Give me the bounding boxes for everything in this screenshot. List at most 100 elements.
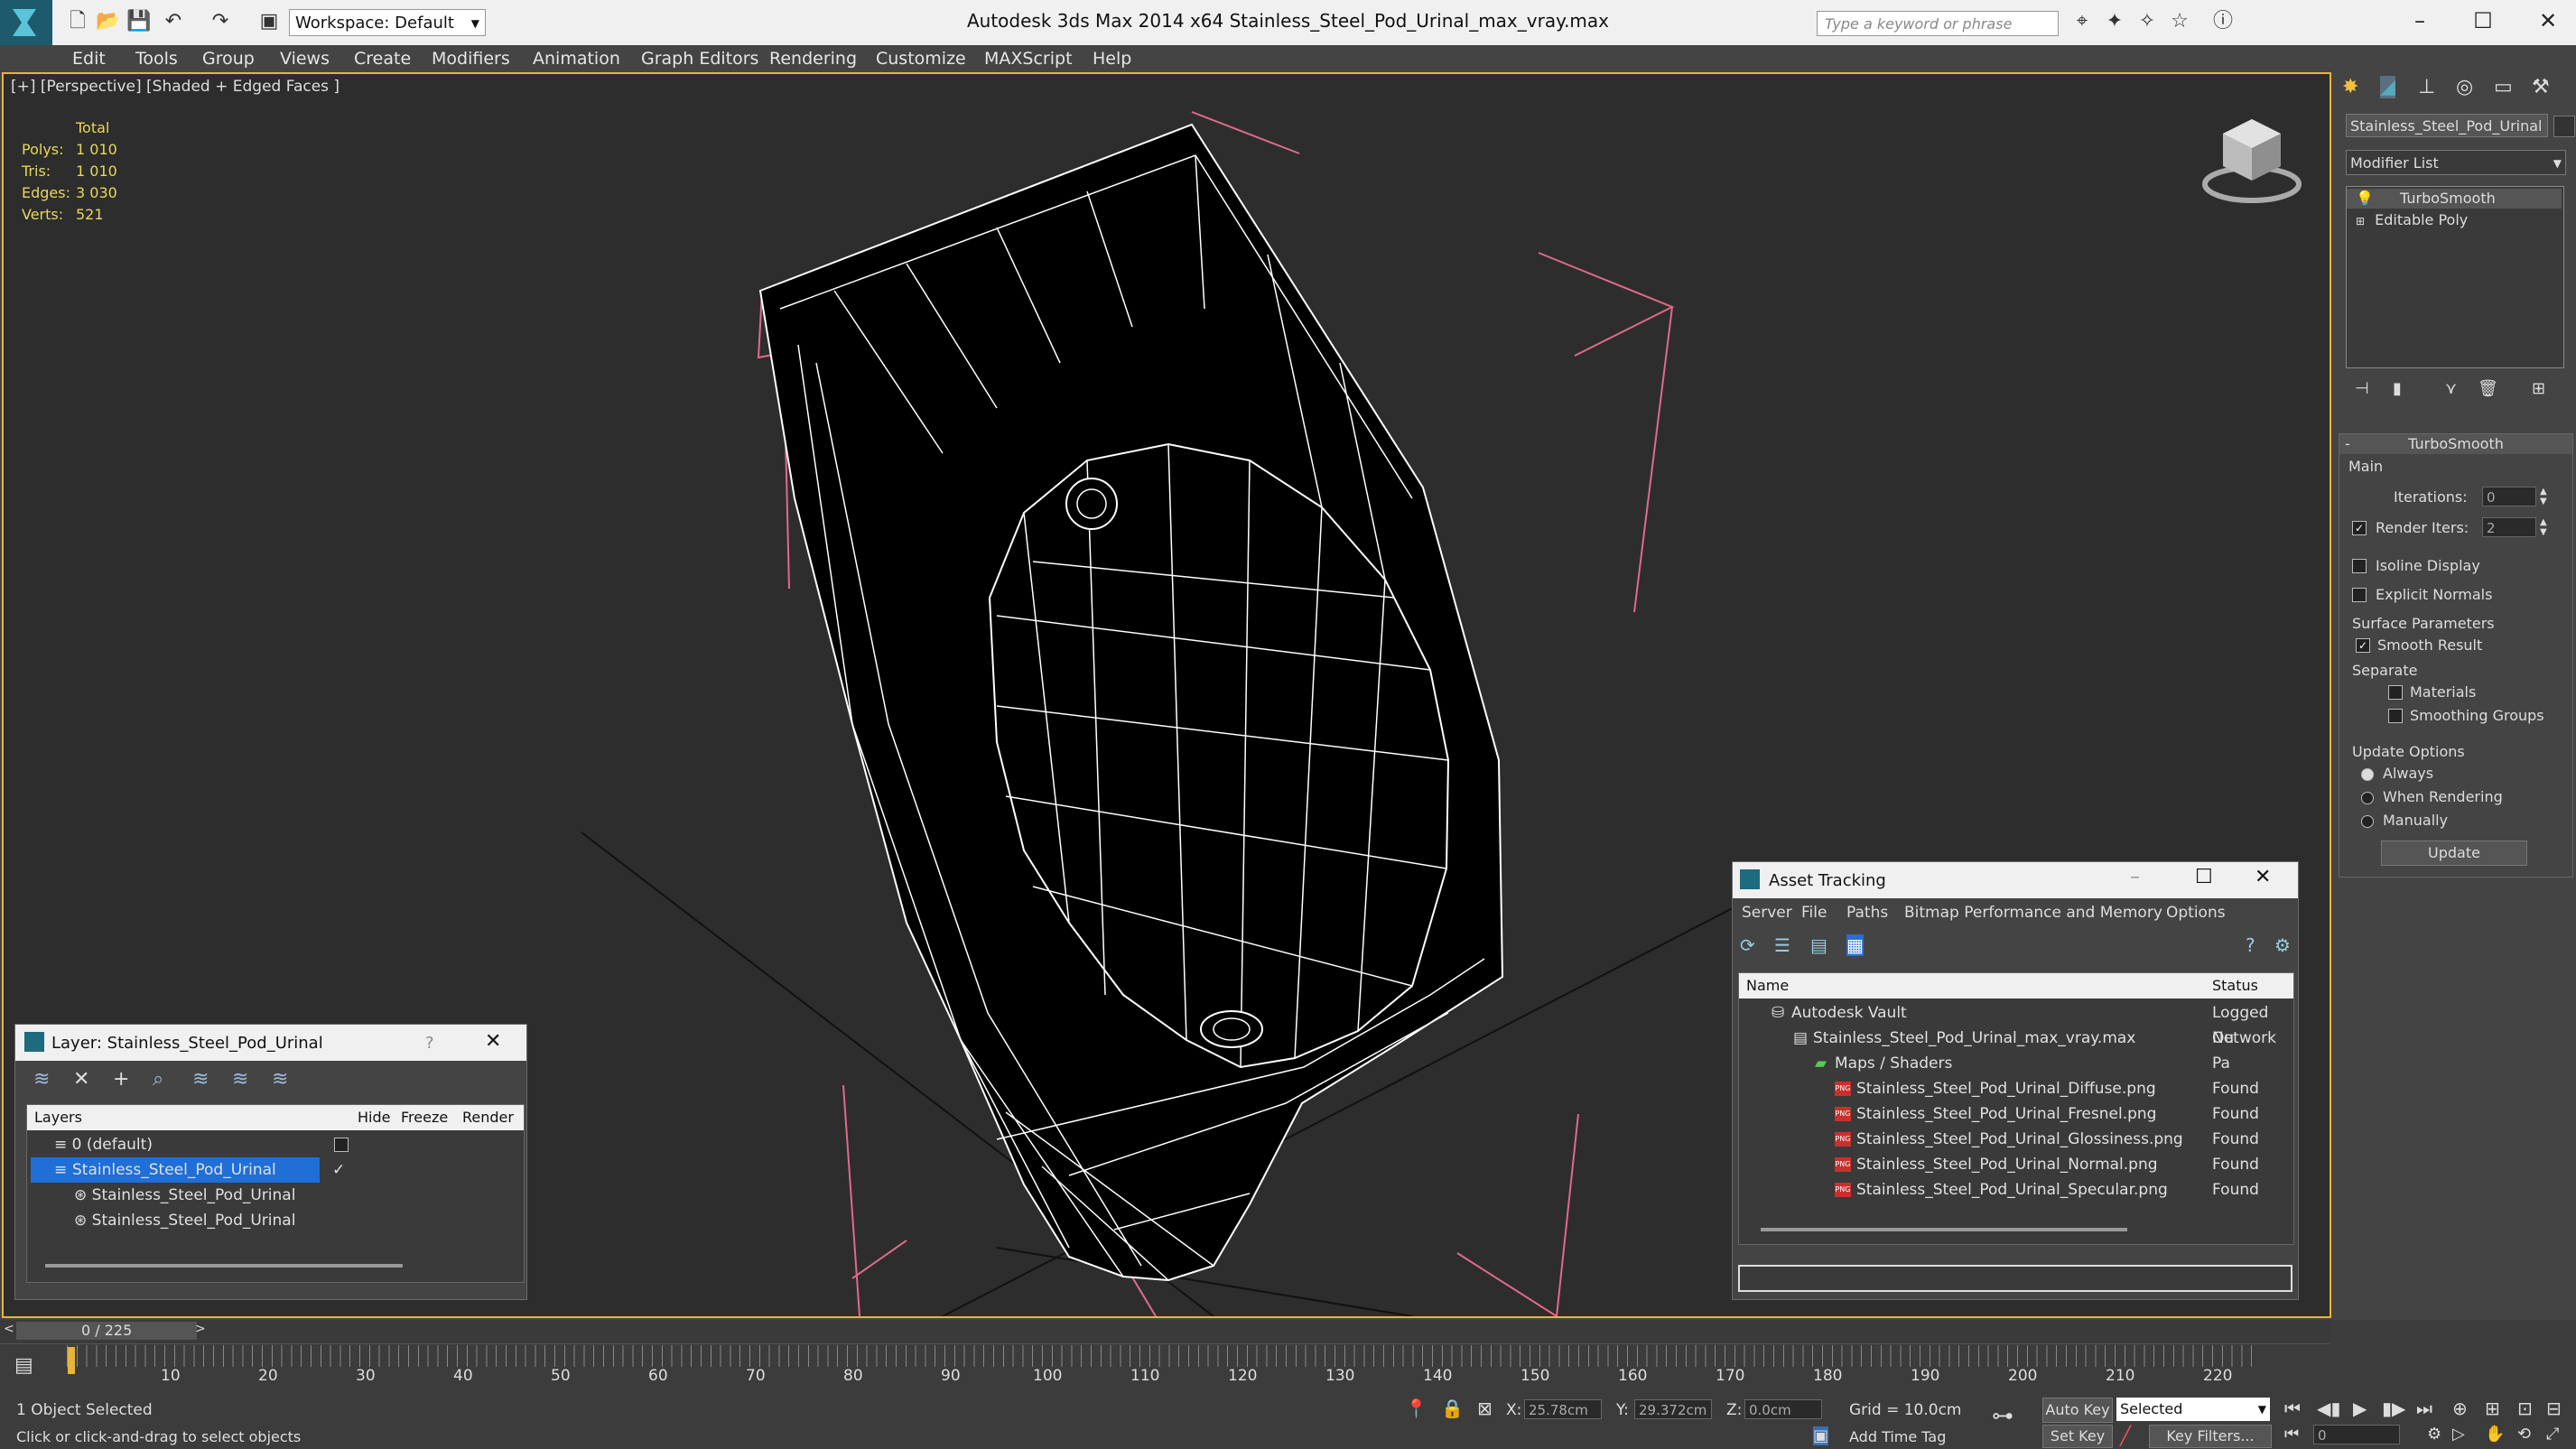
menu-customize[interactable]: Customize (876, 45, 966, 72)
expand-plus-icon[interactable]: ⊞ (2356, 215, 2365, 228)
subscription-icon[interactable]: ✦ (2102, 9, 2127, 34)
zoom-extents-all-icon[interactable]: ⊟ (2546, 1398, 2562, 1419)
modify-tab-icon[interactable]: ◢ (2380, 76, 2395, 98)
highlight-layer-icon[interactable]: ≋ (192, 1068, 209, 1091)
asset-menu-paths[interactable]: Paths (1846, 900, 1888, 925)
layer-object-row[interactable]: ⊛ Stainless_Steel_Pod_Urinal (27, 1183, 524, 1208)
col-layers[interactable]: Layers (34, 1105, 82, 1130)
render-iters-checkbox[interactable]: ✓ (2352, 521, 2367, 535)
asset-row[interactable]: ⛁ Autodesk Vault Logged Ou (1739, 1000, 2293, 1047)
modifier-list-dropdown[interactable]: Modifier List ▼ (2346, 150, 2566, 175)
absolute-mode-icon[interactable]: ⊠ (1477, 1398, 1493, 1419)
play-icon[interactable]: ▶ (2353, 1398, 2367, 1419)
minimize-button[interactable]: – (2384, 0, 2456, 42)
close-icon[interactable]: ✕ (485, 1030, 501, 1053)
col-freeze[interactable]: Freeze (401, 1105, 448, 1130)
pin-stack-icon[interactable]: ⊣ (2355, 379, 2369, 398)
app-logo[interactable] (0, 0, 52, 45)
menu-tools[interactable]: Tools (135, 45, 178, 72)
motion-tab-icon[interactable]: ◎ (2456, 76, 2473, 98)
menu-group[interactable]: Group (202, 45, 255, 72)
smooth-result-checkbox[interactable]: ✓ (2356, 638, 2370, 653)
new-file-icon[interactable]: 🗋 (65, 9, 90, 34)
prev-frame-icon[interactable]: < (4, 1322, 14, 1336)
explicit-normals-checkbox[interactable] (2352, 588, 2367, 602)
zoom-icon[interactable]: ⊕ (2452, 1398, 2468, 1419)
horizontal-scrollbar[interactable] (1761, 1228, 2127, 1231)
maximize-viewport-icon[interactable]: ⤢ (2546, 1425, 2559, 1444)
delete-layer-icon[interactable]: ✕ (73, 1068, 89, 1091)
key-icon[interactable]: ⊶ (1992, 1403, 2013, 1428)
menu-help[interactable]: Help (1093, 45, 1131, 72)
z-coord-field[interactable]: 0.0cm (1744, 1399, 1822, 1419)
materials-checkbox[interactable] (2388, 685, 2403, 700)
smoothing-groups-checkbox[interactable] (2388, 709, 2403, 723)
isolate-pin-icon[interactable]: 📍 (1405, 1398, 1427, 1419)
spinner-arrows-icon[interactable]: ▲ ▼ (2540, 517, 2547, 537)
add-to-layer-icon[interactable]: + (113, 1068, 129, 1091)
y-coord-field[interactable]: 29.372cm (1634, 1399, 1712, 1419)
asset-row[interactable]: ▰ Maps / Shaders (1739, 1051, 2293, 1076)
auto-key-button[interactable]: Auto Key (2042, 1398, 2113, 1423)
remove-modifier-icon[interactable]: 🗑 (2478, 379, 2498, 398)
menu-maxscript[interactable]: MAXScript (984, 45, 1073, 72)
track-bar[interactable]: ▤ 10 20 30 40 50 60 70 80 90 100 110 120… (0, 1345, 2330, 1390)
list-view-icon[interactable]: ☰ (1774, 934, 1790, 956)
open-file-icon[interactable]: 📂 (96, 9, 121, 34)
update-button[interactable]: Update (2381, 841, 2527, 866)
table-view-icon[interactable]: ▦ (1846, 934, 1864, 956)
filmstrip-icon[interactable]: ▤ (14, 1354, 33, 1377)
favorites-star-icon[interactable]: ☆ (2167, 9, 2192, 34)
binoculars-icon[interactable]: ⌖ (2069, 9, 2095, 34)
selected-dropdown[interactable]: Selected ▼ (2116, 1398, 2270, 1421)
asset-menu-file[interactable]: File (1801, 900, 1827, 925)
key-filters-button[interactable]: Key Filters... (2149, 1425, 2272, 1448)
close-button[interactable]: ✕ (2512, 0, 2576, 42)
make-unique-icon[interactable]: ⋎ (2445, 379, 2457, 398)
search-input[interactable]: Type a keyword or phrase (1817, 11, 2059, 36)
manually-radio[interactable] (2361, 815, 2374, 828)
key-mode-icon[interactable]: ⏮ (2284, 1425, 2299, 1444)
asset-menu-options[interactable]: Options (2166, 900, 2226, 925)
menu-edit[interactable]: Edit (72, 45, 106, 72)
hierarchy-tab-icon[interactable]: ⊥ (2418, 76, 2435, 98)
orbit-icon[interactable]: ⟲ (2517, 1425, 2531, 1444)
layer-row[interactable]: ≡ 0 (default) (27, 1132, 524, 1157)
x-coord-field[interactable]: 25.78cm (1524, 1399, 1602, 1419)
render-iters-spinner[interactable]: 2 (2482, 517, 2536, 537)
stack-item-turbosmooth[interactable]: 💡 TurboSmooth (2347, 189, 2562, 209)
project-folder-icon[interactable]: ▣ (256, 9, 282, 34)
next-key-icon[interactable]: ▮▶ (2382, 1398, 2405, 1419)
asset-menu-server[interactable]: Server (1742, 900, 1792, 925)
hide-all-icon[interactable]: ≋ (232, 1068, 248, 1091)
set-key-button[interactable]: Set Key (2042, 1425, 2113, 1448)
rollout-header[interactable]: - TurboSmooth (2339, 434, 2572, 454)
col-hide[interactable]: Hide (358, 1105, 390, 1130)
menu-modifiers[interactable]: Modifiers (432, 45, 510, 72)
asset-row[interactable]: PNG Stainless_Steel_Pod_Urinal_Fresnel.p… (1739, 1101, 2293, 1127)
current-frame-field[interactable]: 0 (2313, 1425, 2400, 1444)
zoom-extents-icon[interactable]: ⊡ (2517, 1398, 2533, 1419)
close-icon[interactable]: ✕ (2255, 866, 2271, 888)
asset-panel-titlebar[interactable]: Asset Tracking – ☐ ✕ (1733, 862, 2298, 898)
field-of-view-icon[interactable]: ▷ (2452, 1425, 2465, 1444)
help-icon[interactable]: ? (2246, 934, 2255, 956)
maximize-button[interactable]: ☐ (2447, 0, 2519, 42)
asset-row[interactable]: ▤ Stainless_Steel_Pod_Urinal_max_vray.ma… (1739, 1026, 2293, 1073)
menu-rendering[interactable]: Rendering (769, 45, 857, 72)
asset-row[interactable]: PNG Stainless_Steel_Pod_Urinal_Normal.pn… (1739, 1152, 2293, 1177)
workspace-dropdown[interactable]: Workspace: Default ▼ (289, 9, 486, 36)
communication-icon[interactable]: ✧ (2134, 9, 2160, 34)
time-tag-icon[interactable]: ▣ (1813, 1426, 1829, 1445)
lightbulb-icon[interactable]: 💡 (2356, 190, 2374, 207)
configure-sets-icon[interactable]: ⊞ (2532, 379, 2545, 398)
utilities-tab-icon[interactable]: ⚒ (2532, 76, 2550, 98)
set-key-icon[interactable]: ╱ (2120, 1425, 2131, 1446)
col-status[interactable]: Status (2212, 973, 2258, 999)
horizontal-scrollbar[interactable] (45, 1264, 403, 1268)
add-time-tag[interactable]: Add Time Tag (1849, 1428, 1946, 1445)
pan-hand-icon[interactable]: ✋ (2485, 1425, 2505, 1444)
asset-row[interactable]: PNG Stainless_Steel_Pod_Urinal_Glossines… (1739, 1127, 2293, 1152)
asset-row[interactable]: PNG Stainless_Steel_Pod_Urinal_Diffuse.p… (1739, 1076, 2293, 1101)
spinner-arrows-icon[interactable]: ▲ ▼ (2540, 487, 2547, 506)
